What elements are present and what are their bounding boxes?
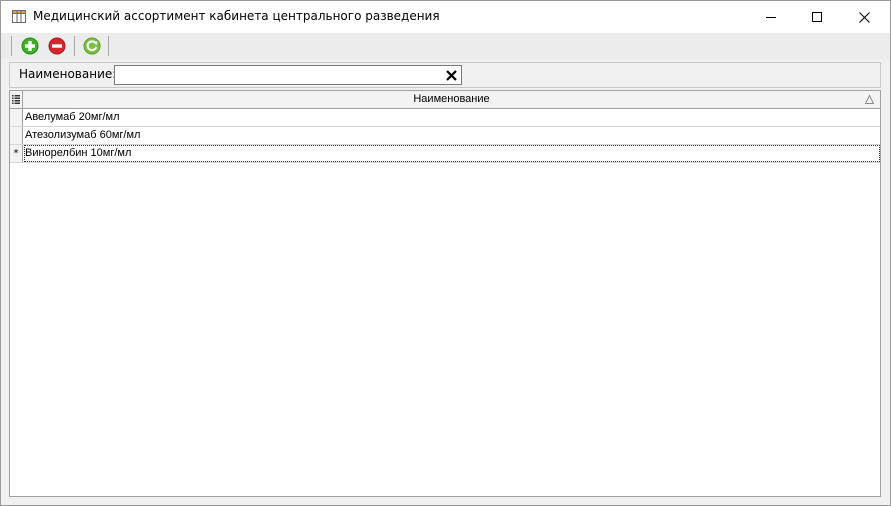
toolbar — [1, 33, 890, 59]
filter-bar: Наименование: — [9, 62, 881, 88]
column-chooser-icon — [12, 95, 20, 104]
column-header-name[interactable]: Наименование — [23, 91, 880, 108]
maximize-icon — [812, 12, 822, 22]
minimize-icon — [766, 17, 776, 18]
column-chooser-button[interactable] — [10, 91, 23, 108]
table-row[interactable]: Атезолизумаб 60мг/мл — [10, 127, 880, 145]
column-header-label: Наименование — [413, 93, 490, 105]
clear-x-icon — [445, 69, 457, 81]
title-bar[interactable]: Медицинский ассортимент кабинета централ… — [1, 1, 890, 33]
window-title: Медицинский ассортимент кабинета централ… — [33, 9, 440, 23]
row-indicator[interactable]: * — [10, 145, 23, 162]
delete-button[interactable] — [46, 35, 68, 57]
maximize-button[interactable] — [794, 1, 840, 33]
name-filter-input[interactable] — [115, 66, 435, 84]
minimize-button[interactable] — [748, 1, 794, 33]
toolbar-separator — [108, 36, 109, 56]
plus-circle-icon — [21, 37, 39, 55]
toolbar-separator — [11, 36, 12, 56]
close-icon — [858, 11, 870, 23]
table-row-current[interactable]: * Винорелбин 10мг/мл — [10, 145, 880, 163]
minus-circle-icon — [48, 37, 66, 55]
app-window: Медицинский ассортимент кабинета централ… — [0, 0, 891, 506]
data-grid[interactable]: Наименование Авелумаб 20мг/мл Атезолизум… — [9, 90, 881, 497]
table-row[interactable]: Авелумаб 20мг/мл — [10, 109, 880, 127]
row-indicator[interactable] — [10, 127, 23, 144]
clear-filter-button[interactable] — [443, 67, 459, 83]
row-cell-name[interactable]: Авелумаб 20мг/мл — [24, 109, 880, 126]
current-row-marker: * — [12, 147, 20, 159]
toolbar-separator — [74, 36, 75, 56]
close-button[interactable] — [841, 1, 887, 33]
grid-header: Наименование — [10, 91, 880, 109]
refresh-icon — [83, 37, 101, 55]
refresh-button[interactable] — [81, 35, 103, 57]
row-indicator[interactable] — [10, 109, 23, 126]
row-cell-name[interactable]: Винорелбин 10мг/мл — [24, 145, 880, 162]
row-cell-name[interactable]: Атезолизумаб 60мг/мл — [24, 127, 880, 144]
add-button[interactable] — [19, 35, 41, 57]
name-filter-field[interactable] — [114, 65, 462, 85]
table-icon — [12, 10, 26, 23]
filter-label: Наименование: — [19, 67, 117, 81]
sort-ascending-icon — [865, 95, 874, 104]
